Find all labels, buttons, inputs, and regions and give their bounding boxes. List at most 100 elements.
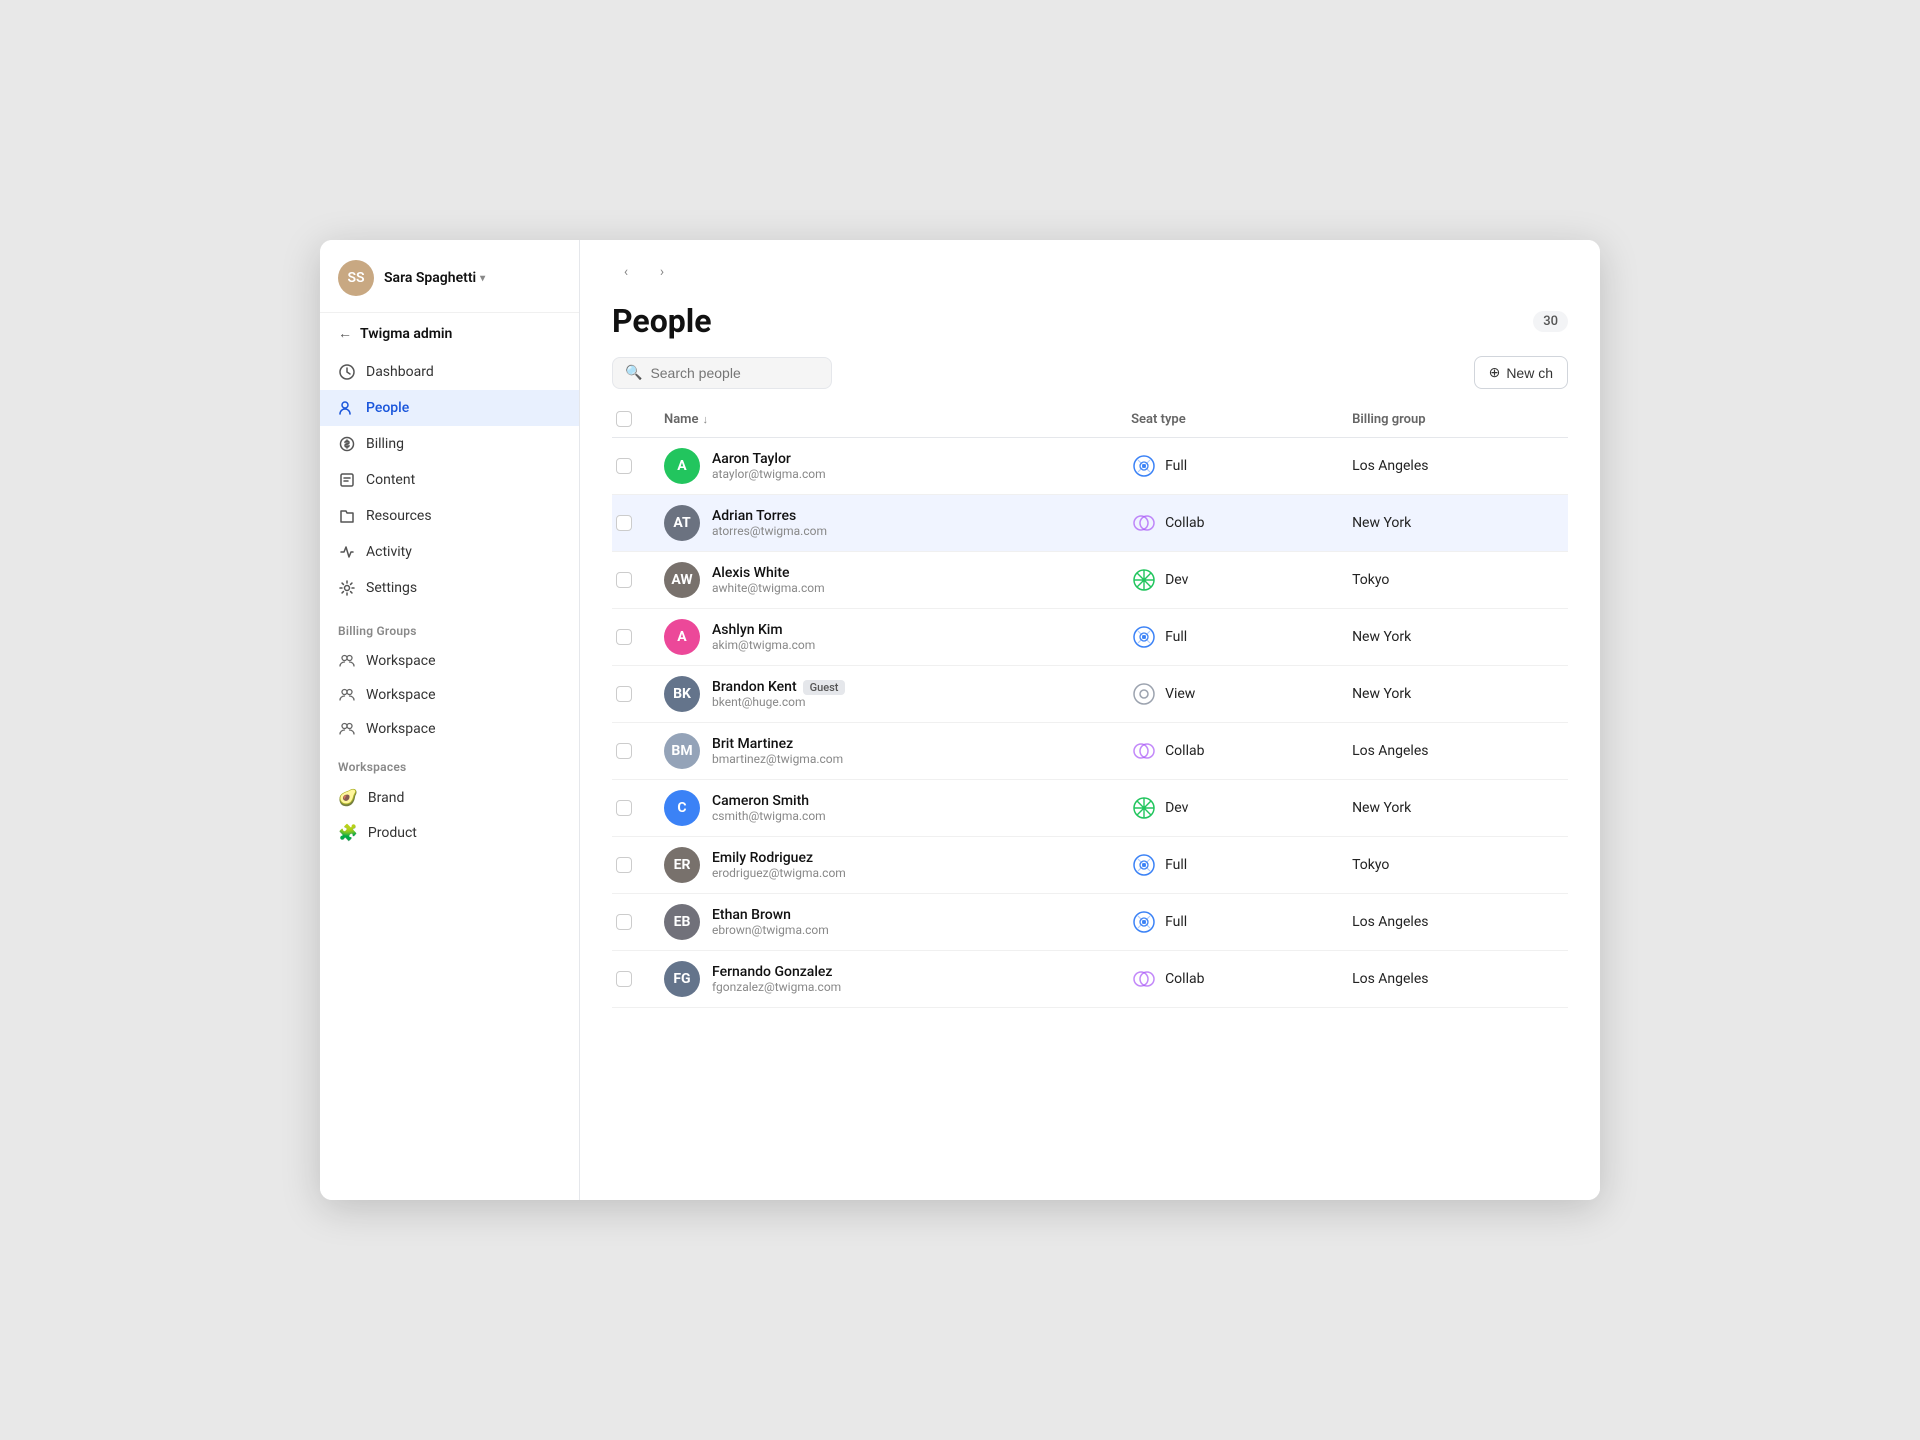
- people-count-badge: 30: [1533, 311, 1568, 332]
- avatar: BK: [664, 676, 700, 712]
- col-checkbox: [612, 401, 652, 438]
- seat-type-cell: Full: [1131, 909, 1328, 935]
- avatar: A: [664, 619, 700, 655]
- table-row[interactable]: BK Brandon Kent Guest bkent@huge.com Vie…: [612, 666, 1568, 723]
- row-checkbox[interactable]: [616, 458, 632, 474]
- seat-type-label: Collab: [1165, 971, 1204, 987]
- seat-type-icon: [1131, 567, 1157, 593]
- row-checkbox[interactable]: [616, 914, 632, 930]
- settings-icon: [338, 579, 356, 597]
- dashboard-icon: [338, 363, 356, 381]
- row-checkbox[interactable]: [616, 686, 632, 702]
- person-cell: BK Brandon Kent Guest bkent@huge.com: [664, 676, 1107, 712]
- sidebar-item-people[interactable]: People: [320, 390, 579, 426]
- billing-group-cell: Los Angeles: [1340, 951, 1568, 1008]
- workspaces-section-label: Workspaces: [320, 746, 579, 780]
- seat-type-cell: Full: [1131, 453, 1328, 479]
- sidebar-item-activity[interactable]: Activity: [320, 534, 579, 570]
- billing-group-item-0[interactable]: Workspace: [320, 644, 579, 678]
- row-checkbox[interactable]: [616, 857, 632, 873]
- people-icon: [338, 399, 356, 417]
- seat-type-label: Collab: [1165, 743, 1204, 759]
- table-row[interactable]: C Cameron Smith csmith@twigma.com Dev Ne…: [612, 780, 1568, 837]
- table-row[interactable]: AT Adrian Torres atorres@twigma.com Coll…: [612, 495, 1568, 552]
- person-cell: C Cameron Smith csmith@twigma.com: [664, 790, 1107, 826]
- seat-type-icon: [1131, 852, 1157, 878]
- seat-type-label: Full: [1165, 914, 1187, 930]
- seat-type-icon: [1131, 738, 1157, 764]
- person-info: Alexis White awhite@twigma.com: [712, 565, 825, 595]
- person-cell: A Aaron Taylor ataylor@twigma.com: [664, 448, 1107, 484]
- table-row[interactable]: AW Alexis White awhite@twigma.com Dev To…: [612, 552, 1568, 609]
- table-row[interactable]: BM Brit Martinez bmartinez@twigma.com Co…: [612, 723, 1568, 780]
- avatar: AW: [664, 562, 700, 598]
- row-checkbox[interactable]: [616, 515, 632, 531]
- person-info: Brit Martinez bmartinez@twigma.com: [712, 736, 843, 766]
- person-email: bmartinez@twigma.com: [712, 752, 843, 766]
- row-checkbox[interactable]: [616, 629, 632, 645]
- select-all-checkbox[interactable]: [616, 411, 632, 427]
- admin-back-link[interactable]: ← Twigma admin: [320, 313, 579, 350]
- avatar: A: [664, 448, 700, 484]
- sidebar-item-dashboard[interactable]: Dashboard: [320, 354, 579, 390]
- workspace-brand[interactable]: 🥑 Brand: [320, 780, 579, 815]
- table-row[interactable]: FG Fernando Gonzalez fgonzalez@twigma.co…: [612, 951, 1568, 1008]
- table-row[interactable]: ER Emily Rodriguez erodriguez@twigma.com…: [612, 837, 1568, 894]
- row-checkbox[interactable]: [616, 971, 632, 987]
- person-name: Ethan Brown: [712, 907, 829, 923]
- avatar: EB: [664, 904, 700, 940]
- username-label[interactable]: Sara Spaghetti ▾: [384, 270, 485, 286]
- person-email: akim@twigma.com: [712, 638, 815, 652]
- person-email: fgonzalez@twigma.com: [712, 980, 841, 994]
- person-name: Emily Rodriguez: [712, 850, 846, 866]
- search-input[interactable]: [650, 365, 819, 381]
- table-row[interactable]: A Aaron Taylor ataylor@twigma.com Full L…: [612, 438, 1568, 495]
- person-cell: BM Brit Martinez bmartinez@twigma.com: [664, 733, 1107, 769]
- person-name: Cameron Smith: [712, 793, 826, 809]
- nav-forward-button[interactable]: ›: [648, 258, 676, 286]
- row-checkbox[interactable]: [616, 572, 632, 588]
- new-charge-button[interactable]: ⊕ New ch: [1474, 356, 1568, 389]
- sidebar-item-content[interactable]: Content: [320, 462, 579, 498]
- row-checkbox[interactable]: [616, 743, 632, 759]
- sidebar-item-billing[interactable]: Billing: [320, 426, 579, 462]
- table-row[interactable]: A Ashlyn Kim akim@twigma.com Full New Yo…: [612, 609, 1568, 666]
- billing-group-item-1[interactable]: Workspace: [320, 678, 579, 712]
- person-info: Adrian Torres atorres@twigma.com: [712, 508, 827, 538]
- person-cell: AW Alexis White awhite@twigma.com: [664, 562, 1107, 598]
- billing-group-cell: Los Angeles: [1340, 438, 1568, 495]
- billing-groups-list: Workspace Workspace: [320, 644, 579, 746]
- seat-type-icon: [1131, 795, 1157, 821]
- sidebar-item-resources[interactable]: Resources: [320, 498, 579, 534]
- billing-icon: [338, 435, 356, 453]
- table-row[interactable]: EB Ethan Brown ebrown@twigma.com Full Lo…: [612, 894, 1568, 951]
- search-box[interactable]: 🔍: [612, 357, 832, 389]
- person-info: Fernando Gonzalez fgonzalez@twigma.com: [712, 964, 841, 994]
- person-name: Adrian Torres: [712, 508, 827, 524]
- seat-type-cell: Full: [1131, 852, 1328, 878]
- avatar: C: [664, 790, 700, 826]
- col-name[interactable]: Name ↓: [652, 401, 1119, 438]
- person-email: csmith@twigma.com: [712, 809, 826, 823]
- person-cell: EB Ethan Brown ebrown@twigma.com: [664, 904, 1107, 940]
- seat-type-cell: Collab: [1131, 510, 1328, 536]
- seat-type-icon: [1131, 453, 1157, 479]
- row-checkbox[interactable]: [616, 800, 632, 816]
- workspaces-list: 🥑 Brand 🧩 Product: [320, 780, 579, 850]
- plus-icon: ⊕: [1489, 364, 1501, 381]
- nav-back-button[interactable]: ‹: [612, 258, 640, 286]
- sidebar-item-settings[interactable]: Settings: [320, 570, 579, 606]
- col-seat-type: Seat type: [1119, 401, 1340, 438]
- seat-type-icon: [1131, 966, 1157, 992]
- resources-icon: [338, 507, 356, 525]
- avatar: BM: [664, 733, 700, 769]
- person-cell: A Ashlyn Kim akim@twigma.com: [664, 619, 1107, 655]
- billing-group-cell: New York: [1340, 609, 1568, 666]
- billing-group-item-2[interactable]: Workspace: [320, 712, 579, 746]
- seat-type-label: Dev: [1165, 572, 1188, 588]
- person-cell: AT Adrian Torres atorres@twigma.com: [664, 505, 1107, 541]
- billing-groups-section-label: Billing Groups: [320, 610, 579, 644]
- seat-type-label: Full: [1165, 458, 1187, 474]
- seat-type-cell: Dev: [1131, 567, 1328, 593]
- workspace-product[interactable]: 🧩 Product: [320, 815, 579, 850]
